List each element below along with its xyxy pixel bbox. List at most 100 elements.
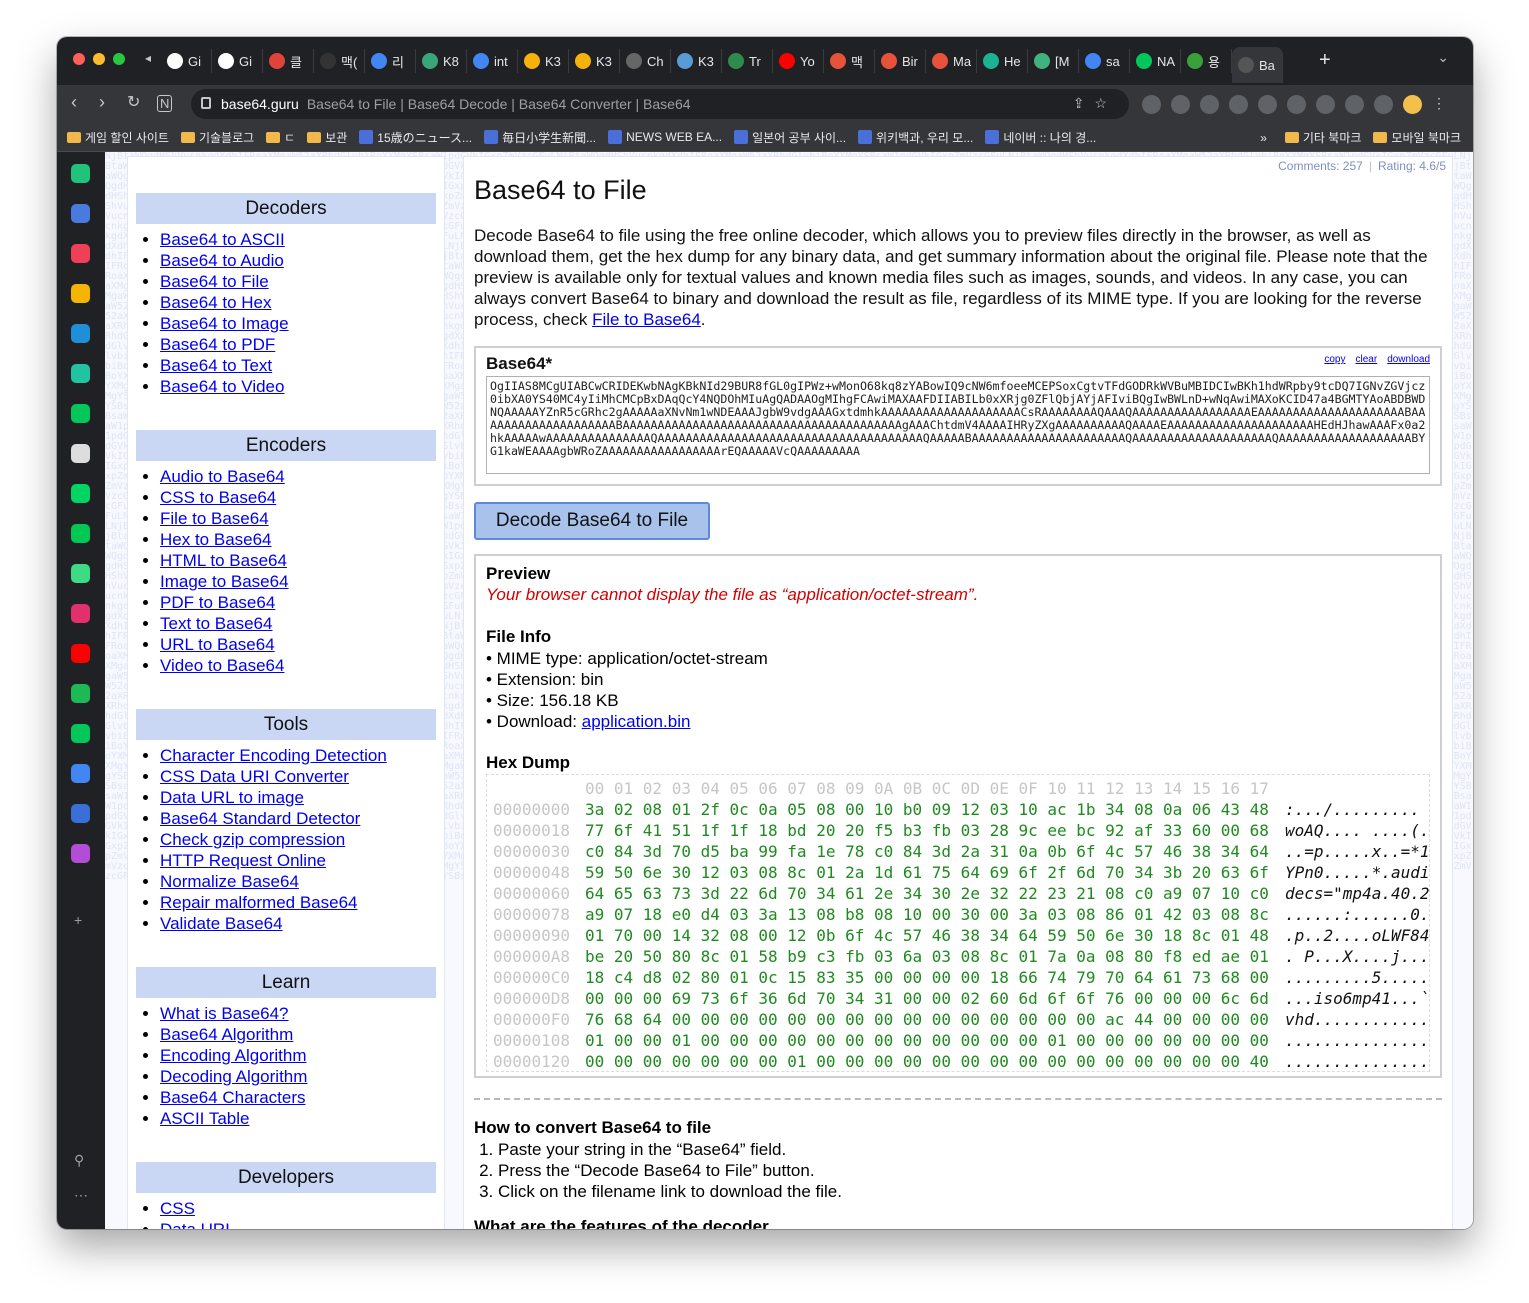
new-tab-button[interactable]: + <box>1319 49 1331 72</box>
browser-tab[interactable]: Bir <box>875 49 926 73</box>
notion-icon[interactable]: N <box>157 95 173 112</box>
naver-mail-icon[interactable] <box>71 724 90 743</box>
menu-link[interactable]: Video to Base64 <box>160 656 284 675</box>
share-bookmark-icons[interactable]: ⇪☆ <box>1073 95 1117 112</box>
star-icon[interactable] <box>71 284 90 303</box>
menu-link[interactable]: Decoding Algorithm <box>160 1067 307 1086</box>
browser-tab[interactable]: 리 <box>365 49 416 73</box>
menu-link[interactable]: ASCII Table <box>160 1109 249 1128</box>
download-file-link[interactable]: application.bin <box>582 712 691 731</box>
more-icon[interactable]: ⋯ <box>74 1187 88 1204</box>
browser-tab[interactable]: sa <box>1079 49 1130 73</box>
pocket-icon[interactable] <box>71 244 90 263</box>
decode-button[interactable]: Decode Base64 to File <box>474 502 710 540</box>
menu-link[interactable]: PDF to Base64 <box>160 593 275 612</box>
menu-link[interactable]: Base64 Algorithm <box>160 1025 293 1044</box>
reload-icon[interactable]: ↻ <box>127 92 140 112</box>
extension-icon[interactable] <box>1200 95 1219 114</box>
webtoon-icon[interactable] <box>71 484 90 503</box>
download-icon[interactable] <box>1287 95 1306 114</box>
chrome-icon[interactable] <box>71 164 90 183</box>
add-icon[interactable]: + <box>74 912 82 928</box>
browser-tab[interactable]: K3 <box>569 49 620 73</box>
menu-link[interactable]: What is Base64? <box>160 1004 289 1023</box>
menu-dots-icon[interactable]: ⋮ <box>1432 95 1446 114</box>
browser-tab[interactable]: Ch <box>620 49 671 73</box>
base64-textarea[interactable]: OgIIAS8MCgUIABCwCRIDEKwbNAgKBkNId29BUR8f… <box>486 376 1430 474</box>
tab-scroll-left-icon[interactable]: ◂ <box>145 51 151 65</box>
android-icon[interactable] <box>71 564 90 583</box>
browser-tab[interactable]: Ba <box>1232 47 1283 83</box>
menu-link[interactable]: URL to Base64 <box>160 635 275 654</box>
menu-link[interactable]: Validate Base64 <box>160 914 283 933</box>
menu-link[interactable]: HTTP Request Online <box>160 851 326 870</box>
back-icon[interactable]: ‹ <box>71 92 77 113</box>
extension-icon[interactable] <box>1142 95 1161 114</box>
screenshot-icon[interactable] <box>1345 95 1364 114</box>
menu-link[interactable]: Base64 to Hex <box>160 293 272 312</box>
youtube-icon[interactable] <box>71 644 90 663</box>
menu-link[interactable]: Character Encoding Detection <box>160 746 387 765</box>
bookmark-item[interactable]: NEWS WEB EA... <box>608 130 722 144</box>
menu-link[interactable]: Hex to Base64 <box>160 530 272 549</box>
bookmark-item[interactable]: 보관 <box>307 129 347 146</box>
browser-tab[interactable]: int <box>467 49 518 73</box>
browser-tab[interactable]: He <box>977 49 1028 73</box>
browser-tab[interactable]: Yo <box>773 49 824 73</box>
bookmark-folder[interactable]: 모바일 북마크 <box>1373 129 1461 146</box>
camera-icon[interactable] <box>1229 95 1248 114</box>
bag-icon[interactable] <box>71 204 90 223</box>
menu-link[interactable]: Repair malformed Base64 <box>160 893 357 912</box>
puzzle-icon[interactable] <box>1258 95 1277 114</box>
minimize-window-button[interactable] <box>93 53 105 65</box>
menu-link[interactable]: Base64 to Audio <box>160 251 284 270</box>
naver-icon[interactable] <box>71 404 90 423</box>
menu-link[interactable]: Data URI <box>160 1220 230 1229</box>
bookmarks-more-icon[interactable]: » <box>1260 131 1267 145</box>
menu-link[interactable]: Base64 to ASCII <box>160 230 285 249</box>
menu-link[interactable]: Image to Base64 <box>160 572 289 591</box>
chart-icon[interactable] <box>71 684 90 703</box>
browser-tab[interactable]: K3 <box>518 49 569 73</box>
browser-tab[interactable]: 맥( <box>314 49 365 73</box>
menu-link[interactable]: Audio to Base64 <box>160 467 285 486</box>
browser-tab[interactable]: K8 <box>416 49 467 73</box>
pin-icon[interactable]: ⚲ <box>74 1152 84 1169</box>
menu-link[interactable]: CSS Data URI Converter <box>160 767 349 786</box>
menu-link[interactable]: CSS <box>160 1199 195 1218</box>
copy-link[interactable]: copy <box>1324 354 1345 365</box>
menu-link[interactable]: Base64 to Text <box>160 356 272 375</box>
browser-tab[interactable]: K3 <box>671 49 722 73</box>
bookmark-item[interactable]: 毎日小学生新聞... <box>484 129 596 146</box>
menu-link[interactable]: Base64 to Image <box>160 314 289 333</box>
bookmark-folder[interactable]: 기타 북마크 <box>1284 129 1361 146</box>
menu-link[interactable]: CSS to Base64 <box>160 488 276 507</box>
browser-tab[interactable]: NA <box>1130 49 1181 73</box>
extension-icon[interactable] <box>1171 95 1190 114</box>
google-icon[interactable] <box>71 764 90 783</box>
menu-link[interactable]: Base64 to Video <box>160 377 284 396</box>
edge-icon[interactable] <box>71 324 90 343</box>
file-to-base64-link[interactable]: File to Base64 <box>592 310 701 329</box>
menu-link[interactable]: Base64 to File <box>160 272 269 291</box>
flower-icon[interactable] <box>71 844 90 863</box>
menu-link[interactable]: Data URL to image <box>160 788 304 807</box>
clear-link[interactable]: clear <box>1356 354 1378 365</box>
maximize-window-button[interactable] <box>113 53 125 65</box>
browser-tab[interactable]: 맥 <box>824 49 875 73</box>
forward-icon[interactable]: › <box>99 92 105 113</box>
bookmark-item[interactable]: 네이버 :: 나의 경... <box>985 129 1096 146</box>
profile-avatar[interactable] <box>1403 95 1422 114</box>
browser-tab[interactable]: 용 <box>1181 49 1232 73</box>
menu-link[interactable]: Base64 Standard Detector <box>160 809 360 828</box>
address-bar[interactable]: base64.guru Base64 to File | Base64 Deco… <box>191 89 1129 119</box>
menu-link[interactable]: Base64 Characters <box>160 1088 306 1107</box>
menu-link[interactable]: Text to Base64 <box>160 614 272 633</box>
bookmark-item[interactable]: 일본어 공부 사이... <box>734 129 846 146</box>
play-store-icon[interactable] <box>71 524 90 543</box>
menu-link[interactable]: Base64 to PDF <box>160 335 275 354</box>
menu-link[interactable]: Check gzip compression <box>160 830 345 849</box>
bookmark-item[interactable]: 15歳のニュース... <box>359 129 472 146</box>
menu-link[interactable]: HTML to Base64 <box>160 551 287 570</box>
browser-tab[interactable]: Ma <box>926 49 977 73</box>
